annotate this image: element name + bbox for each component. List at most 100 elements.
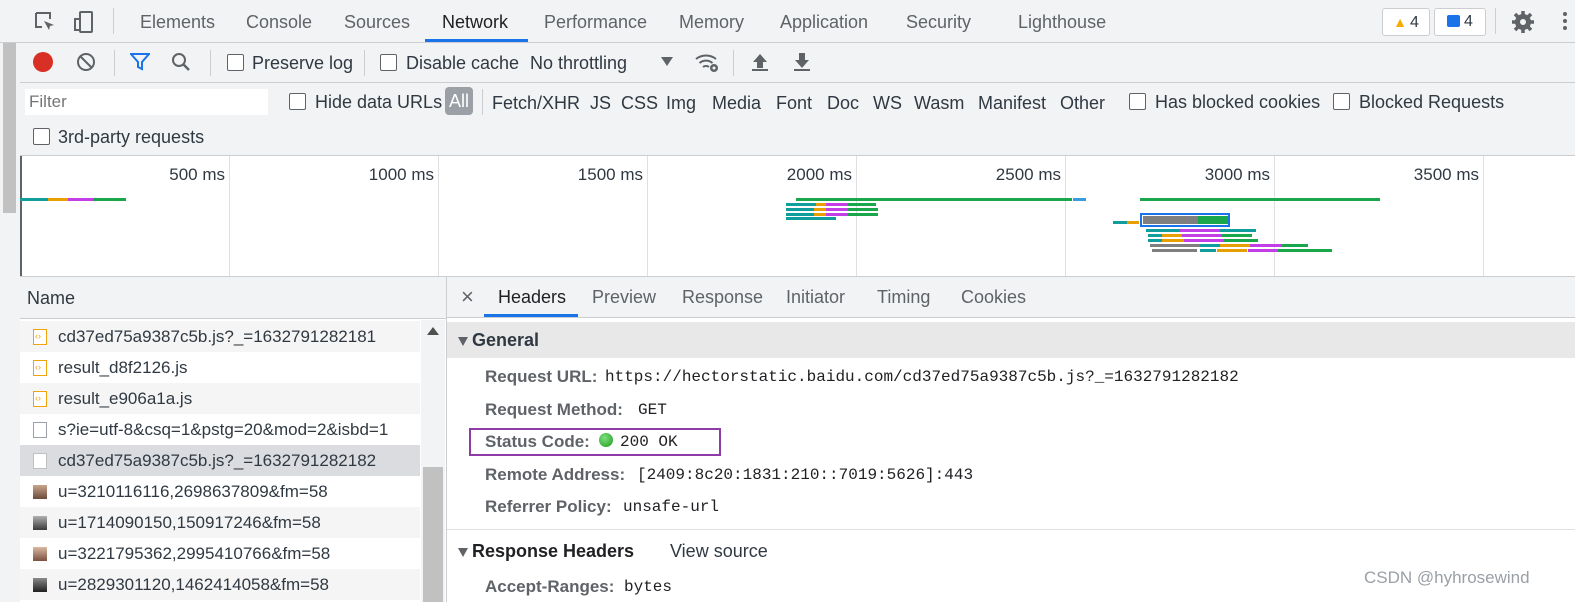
request-row[interactable]: s?ie=utf-8&csq=1&pstg=20&mod=2&isbd=1: [20, 414, 420, 445]
tab-cookies[interactable]: Cookies: [961, 277, 1026, 317]
has-blocked-cookies-checkbox[interactable]: [1129, 93, 1146, 110]
request-row[interactable]: cd37ed75a9387c5b.js?_=1632791282181: [20, 321, 420, 352]
request-row[interactable]: result_e906a1a.js: [20, 383, 420, 414]
device-toolbar-icon[interactable]: [73, 11, 95, 38]
divider: [113, 8, 114, 34]
tab-timing[interactable]: Timing: [877, 277, 930, 317]
tab-security[interactable]: Security: [906, 0, 971, 42]
divider: [210, 50, 211, 76]
tab-preview[interactable]: Preview: [592, 277, 656, 317]
image-thumb-icon: [33, 578, 47, 592]
network-conditions-icon[interactable]: [694, 51, 720, 78]
request-url-label: Request URL:: [485, 367, 598, 386]
type-filter-font[interactable]: Font: [776, 93, 812, 114]
general-section-title: General: [472, 330, 540, 350]
tab-network[interactable]: Network: [442, 0, 508, 42]
type-filter-fetch-xhr[interactable]: Fetch/XHR: [492, 93, 580, 114]
tab-performance[interactable]: Performance: [544, 0, 647, 42]
type-filter-ws[interactable]: WS: [873, 93, 902, 114]
disable-cache-checkbox[interactable]: [380, 54, 397, 71]
name-column-header[interactable]: Name: [20, 277, 446, 319]
type-filter-other[interactable]: Other: [1060, 93, 1105, 114]
dropdown-arrow-icon[interactable]: [661, 57, 673, 66]
inspect-element-icon[interactable]: [34, 11, 56, 38]
divider: [114, 50, 115, 76]
third-party-requests-checkbox[interactable]: [33, 128, 50, 145]
request-row-selected[interactable]: cd37ed75a9387c5b.js?_=1632791282182: [20, 445, 420, 476]
js-file-icon: [33, 352, 47, 383]
warnings-badge[interactable]: ▲ 4: [1382, 8, 1430, 36]
preserve-log-checkbox[interactable]: [227, 54, 244, 71]
image-thumb-icon: [33, 516, 47, 530]
type-filter-wasm[interactable]: Wasm: [914, 93, 964, 114]
settings-gear-icon[interactable]: [1511, 10, 1535, 39]
filter-input[interactable]: [25, 89, 268, 115]
watermark: CSDN @hyhrosewind: [1364, 568, 1530, 587]
request-row[interactable]: result_d8f2126.js: [20, 352, 420, 383]
request-name: result_e906a1a.js: [58, 389, 193, 408]
tab-lighthouse[interactable]: Lighthouse: [1018, 0, 1106, 42]
close-icon[interactable]: ×: [461, 277, 474, 317]
warning-icon: ▲: [1393, 14, 1407, 30]
tab-response[interactable]: Response: [682, 277, 763, 317]
type-filter-js[interactable]: JS: [590, 93, 611, 114]
type-filter-css[interactable]: CSS: [621, 93, 658, 114]
request-name: cd37ed75a9387c5b.js?_=1632791282181: [58, 327, 377, 346]
tab-memory[interactable]: Memory: [679, 0, 744, 42]
timeline-overview[interactable]: 500 ms 1000 ms 1500 ms 2000 ms 2500 ms 3…: [20, 156, 1575, 277]
has-blocked-cookies-label: Has blocked cookies: [1155, 92, 1321, 112]
request-name: s?ie=utf-8&csq=1&pstg=20&mod=2&isbd=1: [58, 420, 389, 439]
active-tab-indicator: [484, 314, 578, 317]
tab-application[interactable]: Application: [780, 0, 868, 42]
clear-icon[interactable]: [76, 52, 96, 77]
more-options-icon[interactable]: [1563, 12, 1567, 30]
type-filter-img[interactable]: Img: [666, 93, 696, 114]
tab-initiator[interactable]: Initiator: [786, 277, 845, 317]
export-har-icon[interactable]: [793, 52, 811, 77]
remote-address-label: Remote Address:: [485, 465, 626, 484]
type-filter-doc[interactable]: Doc: [827, 93, 859, 114]
filter-bar: Hide data URLs All Fetch/XHR JS CSS Img …: [20, 83, 1575, 156]
type-filter-media[interactable]: Media: [712, 93, 761, 114]
type-filter-manifest[interactable]: Manifest: [978, 93, 1046, 114]
tab-elements[interactable]: Elements: [140, 0, 215, 42]
tab-console[interactable]: Console: [246, 0, 312, 42]
collapse-triangle-icon: [458, 337, 468, 346]
divider: [733, 50, 734, 76]
scroll-up-arrow-icon[interactable]: [427, 327, 439, 335]
tab-headers[interactable]: Headers: [498, 277, 566, 317]
request-row[interactable]: u=3210116116,2698637809&fm=58: [20, 476, 420, 507]
collapse-triangle-icon: [458, 548, 468, 557]
type-filter-all[interactable]: All: [445, 87, 473, 115]
request-name: result_d8f2126.js: [58, 358, 188, 377]
tab-sources[interactable]: Sources: [344, 0, 410, 42]
request-name: u=3210116116,2698637809&fm=58: [58, 482, 328, 501]
throttling-select[interactable]: No throttling: [530, 53, 627, 73]
js-file-icon: [33, 383, 47, 414]
view-source-link[interactable]: View source: [670, 533, 768, 569]
record-button-icon[interactable]: [33, 52, 53, 72]
details-tab-bar: × Headers Preview Response Initiator Tim…: [447, 277, 1575, 318]
request-row[interactable]: u=3221795362,2995410766&fm=58: [20, 538, 420, 569]
js-file-icon: [33, 321, 47, 352]
blocked-requests-checkbox[interactable]: [1333, 93, 1350, 110]
filter-funnel-icon[interactable]: [128, 53, 152, 76]
active-tab-indicator: [425, 39, 528, 42]
warnings-count: 4: [1409, 14, 1419, 31]
gutter-scroll-thumb[interactable]: [3, 28, 16, 213]
response-headers-section-header[interactable]: Response Headers View source: [447, 533, 1575, 569]
request-row[interactable]: u=2829301120,1462414058&fm=58: [20, 569, 420, 600]
requests-scrollbar-thumb[interactable]: [423, 467, 443, 602]
section-divider: [447, 529, 1575, 530]
general-section-header[interactable]: General: [447, 322, 1575, 358]
preserve-log-label: Preserve log: [252, 53, 354, 73]
request-row[interactable]: u=1714090150,150917246&fm=58: [20, 507, 420, 538]
timeline-waterfall-bars: [20, 198, 1380, 252]
hide-data-urls-checkbox[interactable]: [289, 93, 306, 110]
messages-badge[interactable]: 4: [1434, 8, 1486, 36]
devtools-tab-bar: Elements Console Sources Network Perform…: [0, 0, 1575, 43]
search-icon[interactable]: [171, 52, 191, 77]
status-code-value: 200 OK: [620, 433, 678, 451]
import-har-icon[interactable]: [751, 52, 769, 77]
divider: [1495, 8, 1496, 34]
